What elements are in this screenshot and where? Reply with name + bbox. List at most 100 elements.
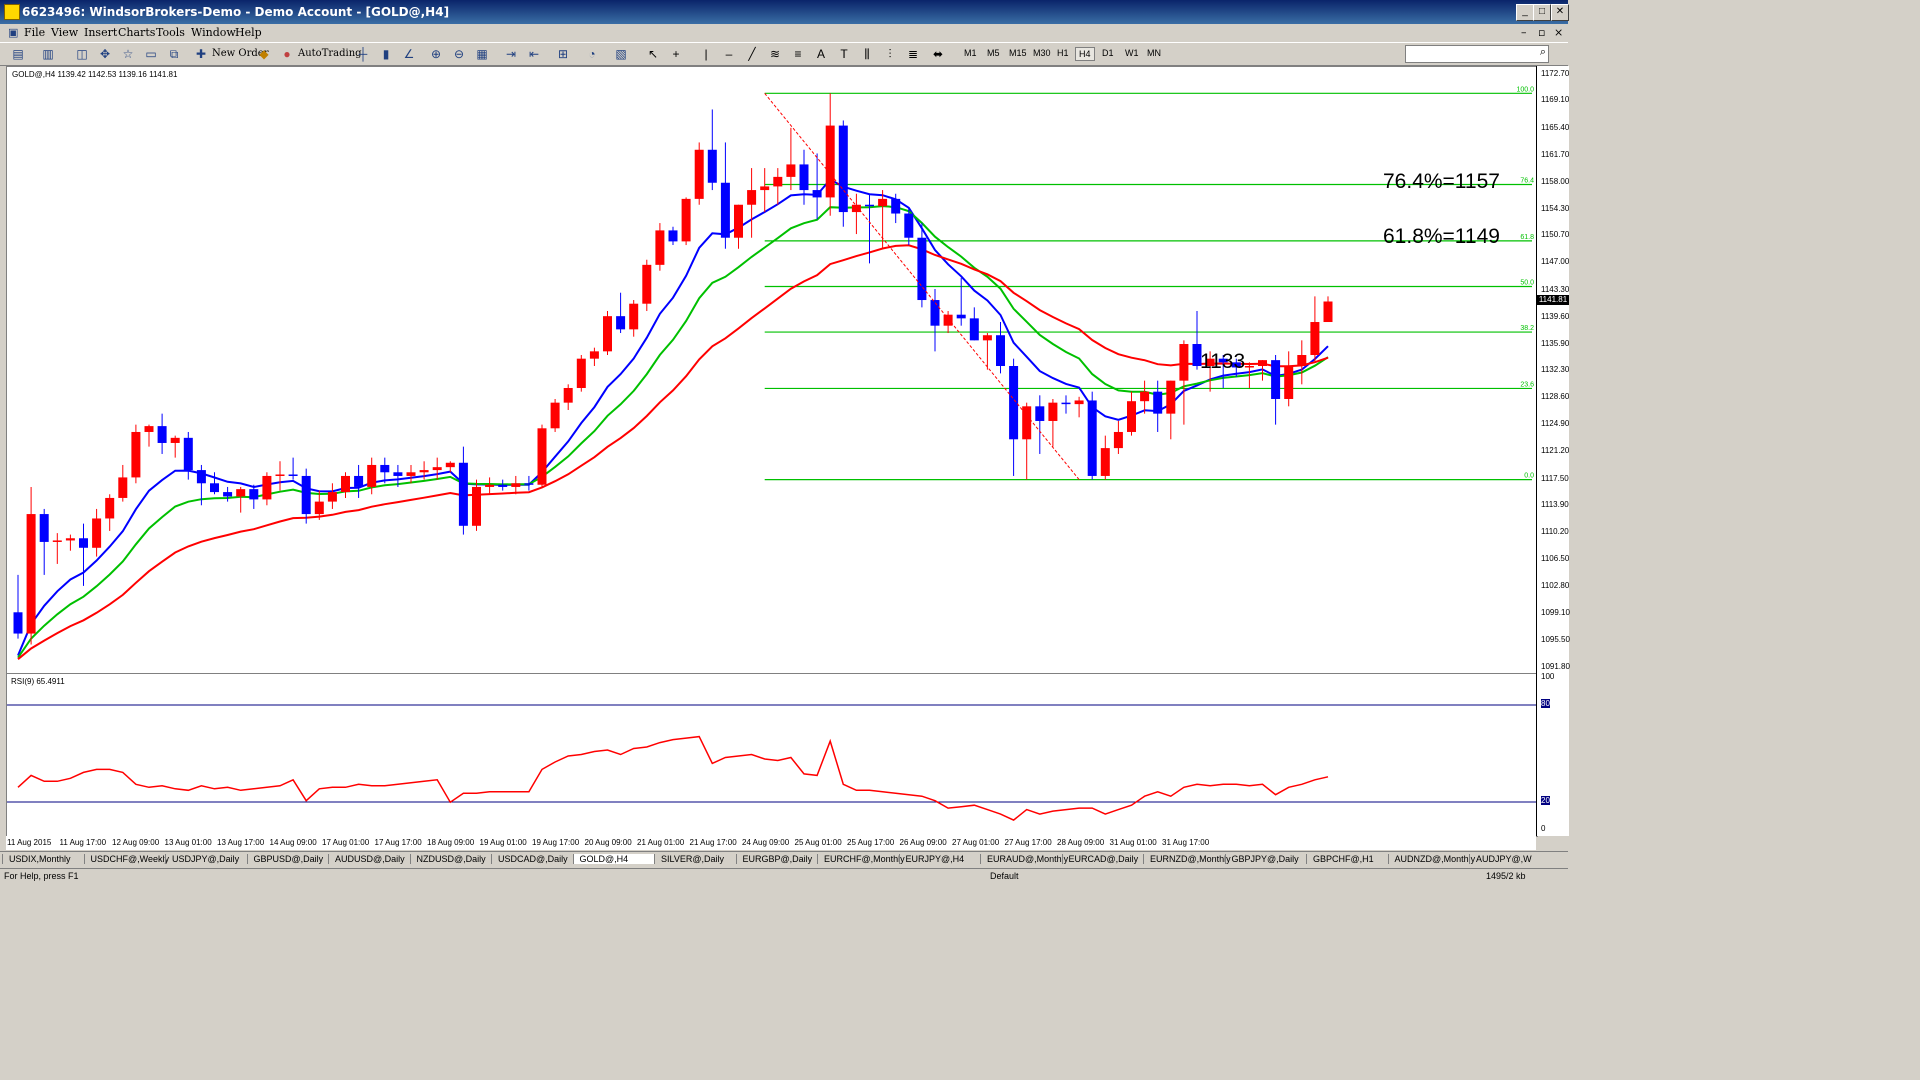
arrows-icon[interactable]: ⬌ bbox=[930, 46, 946, 62]
trendline-icon[interactable]: ╱ bbox=[744, 46, 760, 62]
tester-icon[interactable]: ⧉ bbox=[166, 46, 182, 62]
candle[interactable] bbox=[39, 508, 49, 575]
candle[interactable] bbox=[13, 574, 23, 639]
candle[interactable] bbox=[603, 311, 612, 356]
chart-tab[interactable]: GOLD@,H4 bbox=[572, 854, 654, 864]
maximize-icon[interactable]: □ bbox=[1533, 4, 1551, 21]
editor-icon[interactable]: ◆ bbox=[256, 46, 272, 62]
close-child-icon[interactable]: × bbox=[1554, 26, 1563, 39]
candle[interactable] bbox=[786, 127, 796, 191]
candle[interactable] bbox=[734, 204, 743, 249]
candle[interactable] bbox=[1048, 398, 1058, 447]
rsi-panel[interactable]: RSI(9) 65.4911 bbox=[6, 673, 1538, 837]
chart-tab[interactable]: AUDJPY@,W bbox=[1469, 854, 1550, 864]
crosshair-icon[interactable]: + bbox=[668, 46, 684, 62]
candle[interactable] bbox=[524, 475, 534, 491]
indicators-icon[interactable]: ⊞ bbox=[555, 46, 571, 62]
cursor-icon[interactable]: ↖ bbox=[645, 46, 661, 62]
chart-tab[interactable]: USDCHF@,Weekly bbox=[83, 854, 169, 864]
candle[interactable] bbox=[760, 168, 770, 213]
chart-tab[interactable]: NZDUSD@,Daily bbox=[409, 854, 491, 864]
tf-m15[interactable]: M15 bbox=[1006, 47, 1030, 59]
favorites-icon[interactable]: ☆ bbox=[120, 46, 136, 62]
candle[interactable] bbox=[170, 435, 180, 458]
periods-icon[interactable]: ◔ bbox=[584, 46, 600, 62]
tf-m5[interactable]: M5 bbox=[984, 47, 1003, 59]
chart-tab[interactable]: GBPCHF@,H1 bbox=[1306, 854, 1387, 864]
candle[interactable] bbox=[681, 197, 691, 246]
menu-help[interactable]: Help bbox=[235, 26, 262, 39]
tile-windows-icon[interactable]: ▦ bbox=[474, 46, 490, 62]
candle[interactable] bbox=[432, 457, 442, 480]
chart-tab[interactable]: AUDNZD@,Monthly bbox=[1387, 854, 1475, 864]
candle[interactable] bbox=[458, 446, 468, 535]
candle[interactable] bbox=[851, 193, 861, 235]
autoscroll-icon[interactable]: ⇥ bbox=[503, 46, 519, 62]
candle[interactable] bbox=[629, 300, 639, 337]
candle[interactable] bbox=[131, 424, 141, 484]
candle[interactable] bbox=[92, 508, 102, 557]
candle[interactable] bbox=[550, 398, 560, 432]
candle[interactable] bbox=[982, 333, 992, 370]
zoom-in-icon[interactable]: ⊕ bbox=[428, 46, 444, 62]
main-chart[interactable]: 100.0 76.4 61.8 50.0 38.2 23.6 0.0 GOLD@,H4 11… bbox=[6, 66, 1538, 674]
candle[interactable] bbox=[1035, 395, 1045, 454]
candle[interactable] bbox=[1087, 391, 1097, 480]
candle[interactable] bbox=[118, 464, 128, 502]
candle[interactable] bbox=[825, 93, 835, 216]
candle[interactable] bbox=[472, 479, 481, 531]
tf-h4[interactable]: H4 bbox=[1075, 47, 1095, 61]
new-order-icon[interactable]: ✚ bbox=[193, 46, 209, 62]
document-icon[interactable]: ▣ bbox=[8, 26, 18, 39]
candle[interactable] bbox=[498, 479, 508, 491]
chart-tab[interactable]: EURNZD@,Monthly bbox=[1143, 854, 1231, 864]
candle[interactable] bbox=[1061, 395, 1071, 414]
candle[interactable] bbox=[1100, 435, 1110, 480]
candle[interactable] bbox=[694, 142, 704, 205]
chart-tab[interactable]: USDCAD@,Daily bbox=[491, 854, 572, 864]
candle[interactable] bbox=[563, 384, 573, 410]
chart-shift-icon[interactable]: ⇤ bbox=[526, 46, 542, 62]
terminal-icon[interactable]: ▭ bbox=[143, 46, 159, 62]
candle[interactable] bbox=[144, 424, 154, 447]
candle[interactable] bbox=[354, 464, 364, 498]
ma-slow-line[interactable] bbox=[17, 244, 1329, 660]
search-input[interactable]: ⌕ bbox=[1405, 45, 1549, 63]
candle[interactable] bbox=[406, 464, 416, 484]
candle[interactable] bbox=[105, 494, 115, 531]
candle[interactable] bbox=[537, 424, 547, 487]
tf-m1[interactable]: M1 bbox=[961, 47, 980, 59]
candle[interactable] bbox=[838, 120, 848, 227]
bar-chart-icon[interactable]: ┼ bbox=[355, 46, 371, 62]
line-chart-icon[interactable]: ∠ bbox=[401, 46, 417, 62]
candle[interactable] bbox=[52, 533, 62, 564]
tf-m30[interactable]: M30 bbox=[1030, 47, 1054, 59]
fibo-time-icon[interactable]: ⫶ bbox=[882, 46, 898, 62]
candle[interactable] bbox=[1140, 380, 1150, 414]
profiles-icon[interactable]: ▥ bbox=[40, 46, 56, 62]
vertical-line-icon[interactable]: | bbox=[698, 46, 714, 62]
menu-insert[interactable]: Insert bbox=[84, 26, 117, 39]
candle[interactable] bbox=[1271, 355, 1281, 425]
candle[interactable] bbox=[1323, 296, 1333, 323]
new-chart-icon[interactable]: ▤ bbox=[10, 46, 26, 62]
candle[interactable] bbox=[616, 292, 626, 334]
menu-charts[interactable]: Charts bbox=[118, 26, 155, 39]
candle[interactable] bbox=[301, 468, 311, 524]
candle[interactable] bbox=[183, 431, 193, 480]
candle[interactable] bbox=[878, 190, 888, 249]
candle[interactable] bbox=[157, 413, 167, 454]
menu-tools[interactable]: Tools bbox=[156, 26, 185, 39]
candle[interactable] bbox=[969, 307, 979, 341]
restore-child-icon[interactable]: – bbox=[1521, 26, 1527, 39]
menu-view[interactable]: View bbox=[51, 26, 78, 39]
candle[interactable] bbox=[65, 534, 75, 551]
candle[interactable] bbox=[720, 142, 730, 249]
templates-icon[interactable]: ▧ bbox=[613, 46, 629, 62]
candle[interactable] bbox=[341, 472, 350, 498]
candlestick-icon[interactable]: ▮ bbox=[378, 46, 394, 62]
candle[interactable] bbox=[485, 477, 495, 495]
market-watch-icon[interactable]: ◫ bbox=[74, 46, 90, 62]
candle[interactable] bbox=[1284, 351, 1294, 407]
fibo-retracement-icon[interactable]: ≣ bbox=[905, 46, 921, 62]
